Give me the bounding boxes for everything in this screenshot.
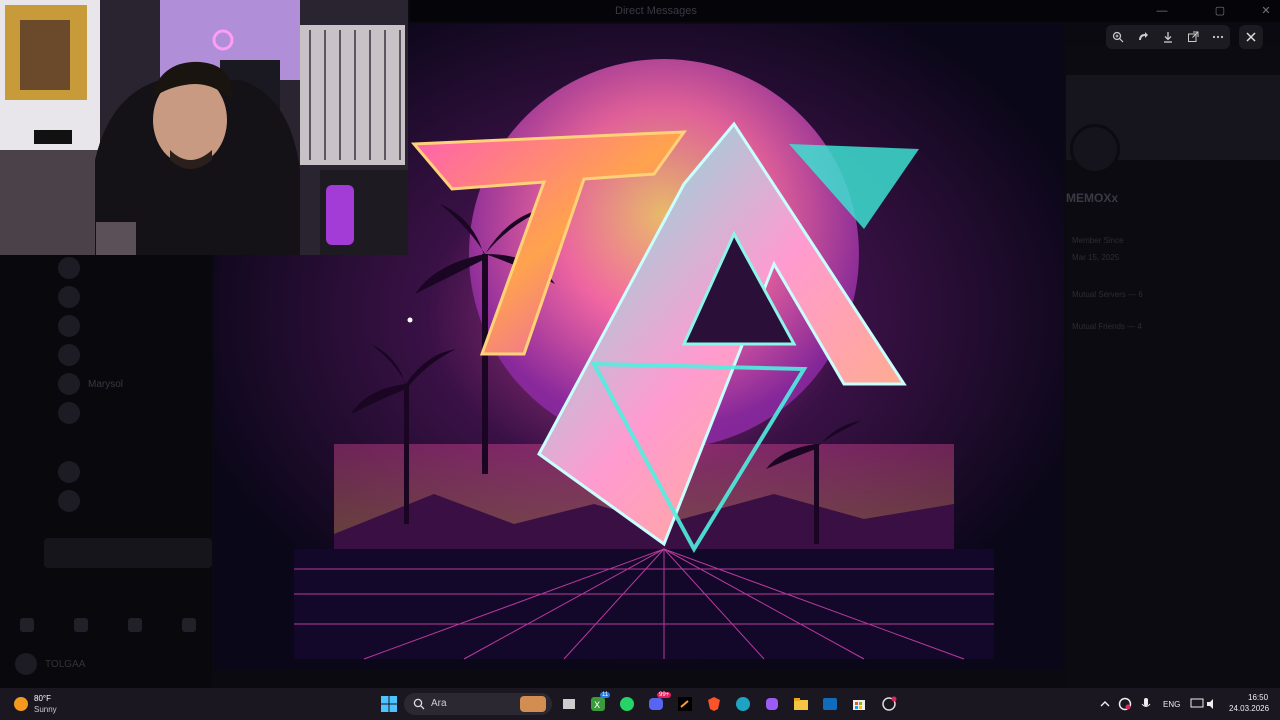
sidebar-bottom-bar <box>20 618 220 638</box>
zoom-in-icon[interactable] <box>1109 28 1127 46</box>
whatsapp-icon[interactable] <box>618 695 636 713</box>
dm-item[interactable] <box>58 312 88 340</box>
notification-badge: 11 <box>600 692 611 698</box>
dm-item[interactable] <box>58 399 88 427</box>
avatar <box>58 257 80 279</box>
chat-icon[interactable] <box>74 618 88 632</box>
xbox-icon[interactable]: X 11 <box>589 692 611 713</box>
outlook-icon[interactable] <box>821 695 839 713</box>
window-title: Direct Messages <box>615 5 697 17</box>
sun-icon <box>14 697 28 711</box>
maximize-button[interactable]: ▢ <box>1208 3 1232 19</box>
avatar <box>1070 124 1120 174</box>
avatar <box>58 344 80 366</box>
search-placeholder: Ara <box>431 698 447 709</box>
avatar <box>58 402 80 424</box>
edge-icon[interactable] <box>734 695 752 713</box>
avatar <box>15 653 37 675</box>
avatar <box>58 373 80 395</box>
weather-condition: Sunny <box>34 705 57 714</box>
dm-item[interactable]: Marysol <box>58 370 123 398</box>
minimize-button[interactable]: — <box>1150 3 1174 19</box>
search-highlight-icon <box>520 696 546 712</box>
image-viewer-toolbar <box>1106 25 1230 49</box>
profile-name: MEMOXx <box>1066 191 1119 205</box>
dm-item[interactable] <box>58 341 88 369</box>
discord-icon[interactable]: 99+ <box>647 692 672 713</box>
weather-widget[interactable]: 80°F Sunny <box>14 693 74 717</box>
avatar <box>58 286 80 308</box>
clock-time[interactable]: 16:50 <box>1248 693 1268 702</box>
dm-item[interactable] <box>58 458 88 486</box>
task-view-icon[interactable] <box>560 695 578 713</box>
start-icon[interactable] <box>380 695 398 713</box>
close-viewer-button[interactable] <box>1239 25 1263 49</box>
language-indicator[interactable]: ENG <box>1163 700 1180 709</box>
open-external-icon[interactable] <box>1184 28 1202 46</box>
mutual-friends[interactable]: Mutual Friends — 4 <box>1072 322 1142 331</box>
dm-item[interactable] <box>58 283 88 311</box>
store-icon[interactable] <box>850 695 868 713</box>
clock-date[interactable]: 24.03.2026 <box>1229 704 1269 713</box>
webcam-overlay <box>0 0 408 255</box>
download-icon[interactable] <box>1159 28 1177 46</box>
file-explorer-icon[interactable] <box>792 695 810 713</box>
tray-app-icon[interactable] <box>1116 695 1134 713</box>
volume-icon[interactable] <box>1204 695 1222 713</box>
more-icon[interactable] <box>1209 28 1227 46</box>
dm-item-active[interactable] <box>44 538 212 568</box>
controller-icon[interactable] <box>20 618 34 632</box>
close-icon <box>1246 32 1256 42</box>
microphone-icon[interactable] <box>1137 695 1155 713</box>
terminal-icon[interactable] <box>676 695 694 713</box>
avatar <box>58 461 80 483</box>
grid-icon[interactable] <box>128 618 142 632</box>
chevron-up-icon[interactable] <box>1096 695 1114 713</box>
notification-badge: 99+ <box>657 692 672 698</box>
weather-temp: 80°F <box>34 694 51 703</box>
search-icon <box>413 698 425 710</box>
shop-icon[interactable] <box>182 618 196 632</box>
mutual-servers[interactable]: Mutual Servers — 6 <box>1072 290 1143 299</box>
chatgpt-icon[interactable] <box>880 695 898 713</box>
member-since-date: Mar 15, 2025 <box>1072 253 1120 262</box>
taskbar-search[interactable]: Ara <box>404 693 552 715</box>
close-window-button[interactable]: ✕ <box>1254 3 1278 19</box>
member-since-label: Member Since <box>1072 236 1124 245</box>
dm-name: Marysol <box>88 378 124 390</box>
taskbar <box>0 688 1280 720</box>
user-name: TOLGAA <box>45 658 86 670</box>
rotate-icon[interactable] <box>1134 28 1152 46</box>
webcam-feed <box>0 0 408 255</box>
dm-item[interactable] <box>58 487 88 515</box>
dm-item[interactable] <box>58 254 88 282</box>
copilot-icon[interactable] <box>763 695 781 713</box>
user-panel[interactable]: TOLGAA <box>15 652 215 676</box>
brave-icon[interactable] <box>705 695 723 713</box>
avatar <box>58 315 80 337</box>
avatar <box>58 490 80 512</box>
svg-text:X: X <box>594 701 600 711</box>
